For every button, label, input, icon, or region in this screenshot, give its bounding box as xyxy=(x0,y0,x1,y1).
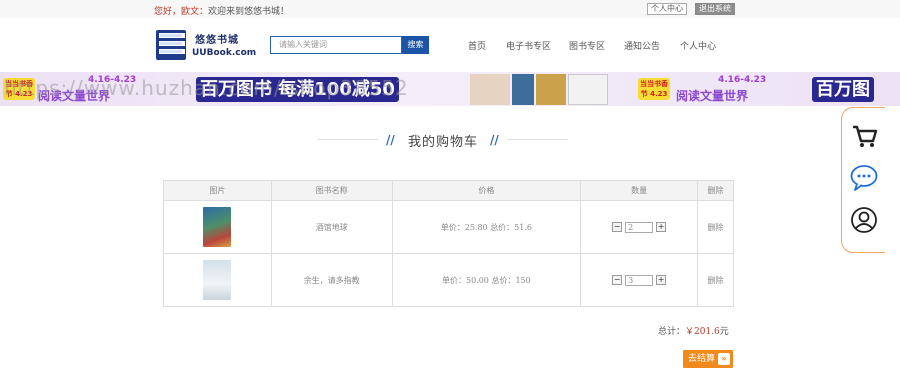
site-logo[interactable]: 悠悠书城 UUBook.com xyxy=(155,28,256,64)
book-title[interactable]: 酒馆地球 xyxy=(270,200,393,254)
total-unit: 元 xyxy=(719,327,729,337)
banner-headline-right: 百万图 xyxy=(812,77,874,102)
banner-book-2 xyxy=(512,74,534,105)
delete-link[interactable]: 删除 xyxy=(697,253,734,307)
total-amount: ￥201.6 xyxy=(685,327,720,337)
search-button[interactable]: 搜索 xyxy=(402,36,429,54)
logout-button[interactable]: 退出系统 xyxy=(695,3,735,15)
cart-header-row: 图片 图书名称 价格 数量 删除 xyxy=(163,180,734,201)
chat-bubble-icon[interactable] xyxy=(850,164,878,192)
book-cover-image[interactable] xyxy=(203,260,232,300)
title-divider-right xyxy=(508,139,568,140)
user-profile-icon[interactable] xyxy=(850,206,878,234)
quantity-input[interactable]: 2 xyxy=(625,221,654,233)
banner-books-image xyxy=(470,74,610,105)
cell-quantity: − 3 + xyxy=(580,253,699,307)
cart-table: 图片 图书名称 价格 数量 删除 酒馆地球 单价：25.80 总价：51.6 −… xyxy=(163,180,734,307)
quantity-stepper: − 2 + xyxy=(612,221,667,233)
search-input[interactable]: 请输入关键词 xyxy=(270,36,402,54)
book-price: 单价：25.80 总价：51.6 xyxy=(391,200,582,254)
increase-button[interactable]: + xyxy=(656,275,667,285)
increase-button[interactable]: + xyxy=(656,222,667,232)
title-slash-right: // xyxy=(490,133,499,147)
cell-quantity: − 2 + xyxy=(580,200,699,254)
col-name: 图书名称 xyxy=(270,180,393,201)
title-divider-left xyxy=(318,139,378,140)
nav-personal-center[interactable]: 个人中心 xyxy=(680,39,716,52)
greeting: 您好，欧文：欢迎来到悠悠书城！ xyxy=(154,4,289,17)
nav-books[interactable]: 图书专区 xyxy=(569,39,605,52)
book-price: 单价：50.00 总价：150 xyxy=(391,253,582,307)
checkout-button[interactable]: 去结算 » xyxy=(683,350,733,368)
personal-center-link[interactable]: 个人中心 xyxy=(647,3,687,15)
book-title[interactable]: 余生，请多指教 xyxy=(270,253,393,307)
nav-home[interactable]: 首页 xyxy=(468,39,486,52)
cart-total: 总计：￥201.6元 xyxy=(658,324,729,337)
cell-cover xyxy=(163,253,272,307)
banner-book-1 xyxy=(470,74,510,105)
col-quantity: 数量 xyxy=(580,180,699,201)
double-chevron-right-icon: » xyxy=(718,353,730,365)
book-cover-image[interactable] xyxy=(203,207,232,247)
col-image: 图片 xyxy=(163,180,272,201)
banner-book-3 xyxy=(536,74,566,105)
top-bar: 您好，欧文：欢迎来到悠悠书城！ 个人中心 退出系统 xyxy=(0,0,900,18)
decrease-button[interactable]: − xyxy=(612,275,623,285)
banner-slogan-right: 阅读文量世界 xyxy=(676,89,749,103)
logo-title: 悠悠书城 xyxy=(195,35,239,46)
promo-banner[interactable]: 当当书香节 4.23 4.16-4.23 阅读文量世界 百万图书 每满100减5… xyxy=(0,72,900,106)
total-label: 总计： xyxy=(658,327,686,337)
watermark: https://www.huzhan.com/ishop38552 xyxy=(4,76,409,100)
nav-notices[interactable]: 通知公告 xyxy=(624,39,660,52)
banner-tag-right: 当当书香节 4.23 xyxy=(638,78,670,100)
banner-book-4 xyxy=(568,74,608,105)
side-toolbar xyxy=(841,107,885,253)
title-slash-left: // xyxy=(386,133,395,147)
nav-ebooks[interactable]: 电子书专区 xyxy=(506,39,551,52)
logo-subtitle: UUBook.com xyxy=(192,48,257,58)
delete-link[interactable]: 删除 xyxy=(697,200,734,254)
page-title-block: // 我的购物车 // xyxy=(318,130,568,150)
search-placeholder: 请输入关键词 xyxy=(279,40,327,49)
quantity-stepper: − 3 + xyxy=(612,274,667,286)
col-price: 价格 xyxy=(391,180,582,201)
cell-cover xyxy=(163,200,272,254)
quantity-input[interactable]: 3 xyxy=(625,274,654,286)
table-row: 余生，请多指教 单价：50.00 总价：150 − 3 + 删除 xyxy=(163,253,734,307)
greeting-welcome: 欢迎来到悠悠书城！ xyxy=(208,7,290,17)
banner-date-right: 4.16-4.23 xyxy=(718,75,767,85)
greeting-user: 您好，欧文： xyxy=(154,7,209,17)
book-logo-icon xyxy=(156,30,186,60)
col-delete: 删除 xyxy=(697,180,734,201)
table-row: 酒馆地球 单价：25.80 总价：51.6 − 2 + 删除 xyxy=(163,200,734,254)
decrease-button[interactable]: − xyxy=(612,222,623,232)
checkout-label: 去结算 xyxy=(688,354,716,364)
shopping-cart-icon[interactable] xyxy=(850,122,878,150)
page-title: 我的购物车 xyxy=(408,135,479,150)
